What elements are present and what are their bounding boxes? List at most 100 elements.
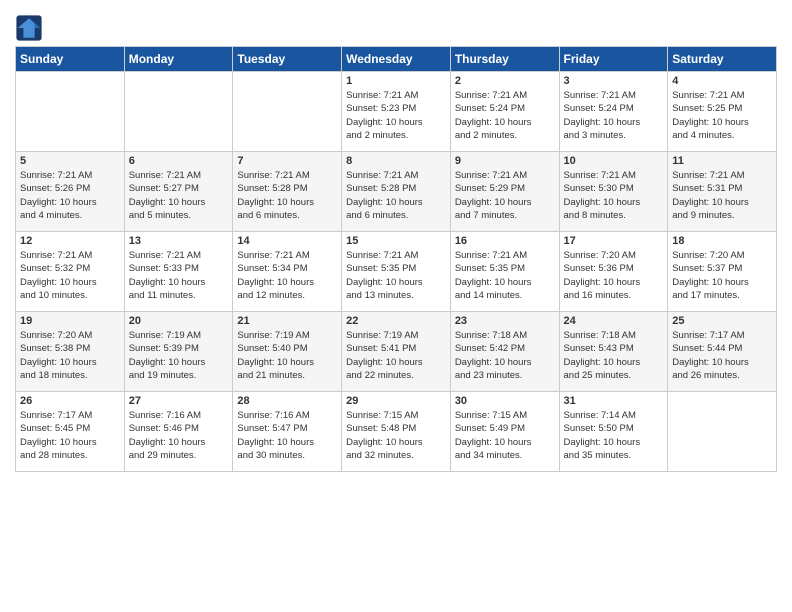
calendar-cell: 22 Sunrise: 7:19 AMSunset: 5:41 PMDayligh…	[342, 312, 451, 392]
calendar-cell: 6 Sunrise: 7:21 AMSunset: 5:27 PMDaylight…	[124, 152, 233, 232]
day-info: Sunrise: 7:19 AMSunset: 5:40 PMDaylight:…	[237, 329, 337, 382]
calendar-cell: 28 Sunrise: 7:16 AMSunset: 5:47 PMDayligh…	[233, 392, 342, 472]
calendar-cell: 12Sunrise: 7:21 AMSunset: 5:32 PMDayligh…	[16, 232, 125, 312]
day-number: 1	[346, 75, 446, 87]
day-number: 19	[20, 315, 120, 327]
day-info: Sunrise: 7:14 AMSunset: 5:50 PMDaylight:…	[564, 409, 664, 462]
calendar-cell	[233, 72, 342, 152]
day-number: 17	[564, 235, 664, 247]
day-number: 16	[455, 235, 555, 247]
day-info: Sunrise: 7:21 AMSunset: 5:28 PMDaylight:…	[346, 169, 446, 222]
calendar-cell: 17 Sunrise: 7:20 AMSunset: 5:36 PMDayligh…	[559, 232, 668, 312]
day-number: 4	[672, 75, 772, 87]
calendar-cell	[668, 392, 777, 472]
day-number: 28	[237, 395, 337, 407]
day-number: 25	[672, 315, 772, 327]
day-info: Sunrise: 7:21 AMSunset: 5:35 PMDaylight:…	[455, 249, 555, 302]
day-info: Sunrise: 7:19 AMSunset: 5:41 PMDaylight:…	[346, 329, 446, 382]
calendar-cell: 26 Sunrise: 7:17 AMSunset: 5:45 PMDayligh…	[16, 392, 125, 472]
day-number: 3	[564, 75, 664, 87]
weekday-header: Monday	[124, 47, 233, 72]
day-number: 9	[455, 155, 555, 167]
calendar-cell: 7Sunrise: 7:21 AMSunset: 5:28 PMDaylight…	[233, 152, 342, 232]
calendar-cell: 11Sunrise: 7:21 AMSunset: 5:31 PMDayligh…	[668, 152, 777, 232]
day-info: Sunrise: 7:20 AMSunset: 5:37 PMDaylight:…	[672, 249, 772, 302]
day-info: Sunrise: 7:20 AMSunset: 5:36 PMDaylight:…	[564, 249, 664, 302]
day-number: 21	[237, 315, 337, 327]
calendar-cell: 29 Sunrise: 7:15 AMSunset: 5:48 PMDayligh…	[342, 392, 451, 472]
calendar-cell: 9 Sunrise: 7:21 AMSunset: 5:29 PMDaylight…	[450, 152, 559, 232]
weekday-header: Sunday	[16, 47, 125, 72]
day-info: Sunrise: 7:21 AMSunset: 5:24 PMDaylight:…	[455, 89, 555, 142]
day-info: Sunrise: 7:21 AMSunset: 5:27 PMDaylight:…	[129, 169, 229, 222]
calendar-cell: 8 Sunrise: 7:21 AMSunset: 5:28 PMDaylight…	[342, 152, 451, 232]
calendar-cell: 24Sunrise: 7:18 AMSunset: 5:43 PMDayligh…	[559, 312, 668, 392]
day-info: Sunrise: 7:16 AMSunset: 5:46 PMDaylight:…	[129, 409, 229, 462]
calendar-cell: 30 Sunrise: 7:15 AMSunset: 5:49 PMDayligh…	[450, 392, 559, 472]
day-number: 27	[129, 395, 229, 407]
header	[15, 10, 777, 42]
day-info: Sunrise: 7:17 AMSunset: 5:45 PMDaylight:…	[20, 409, 120, 462]
page: SundayMondayTuesdayWednesdayThursdayFrid…	[0, 0, 792, 612]
day-number: 30	[455, 395, 555, 407]
calendar: SundayMondayTuesdayWednesdayThursdayFrid…	[15, 46, 777, 472]
weekday-header: Thursday	[450, 47, 559, 72]
day-info: Sunrise: 7:18 AMSunset: 5:42 PMDaylight:…	[455, 329, 555, 382]
day-info: Sunrise: 7:21 AMSunset: 5:29 PMDaylight:…	[455, 169, 555, 222]
day-number: 5	[20, 155, 120, 167]
day-info: Sunrise: 7:21 AMSunset: 5:28 PMDaylight:…	[237, 169, 337, 222]
weekday-header: Wednesday	[342, 47, 451, 72]
calendar-week-row: 19Sunrise: 7:20 AMSunset: 5:38 PMDayligh…	[16, 312, 777, 392]
day-number: 2	[455, 75, 555, 87]
calendar-cell: 15 Sunrise: 7:21 AMSunset: 5:35 PMDayligh…	[342, 232, 451, 312]
calendar-cell: 1 Sunrise: 7:21 AMSunset: 5:23 PMDaylight…	[342, 72, 451, 152]
calendar-week-row: 12Sunrise: 7:21 AMSunset: 5:32 PMDayligh…	[16, 232, 777, 312]
calendar-cell: 27 Sunrise: 7:16 AMSunset: 5:46 PMDayligh…	[124, 392, 233, 472]
day-number: 18	[672, 235, 772, 247]
calendar-week-row: 26 Sunrise: 7:17 AMSunset: 5:45 PMDayligh…	[16, 392, 777, 472]
calendar-week-row: 1 Sunrise: 7:21 AMSunset: 5:23 PMDaylight…	[16, 72, 777, 152]
day-number: 11	[672, 155, 772, 167]
calendar-cell: 21 Sunrise: 7:19 AMSunset: 5:40 PMDayligh…	[233, 312, 342, 392]
day-number: 15	[346, 235, 446, 247]
day-info: Sunrise: 7:21 AMSunset: 5:34 PMDaylight:…	[237, 249, 337, 302]
day-number: 6	[129, 155, 229, 167]
day-info: Sunrise: 7:21 AMSunset: 5:35 PMDaylight:…	[346, 249, 446, 302]
day-number: 29	[346, 395, 446, 407]
logo	[15, 10, 45, 42]
day-info: Sunrise: 7:19 AMSunset: 5:39 PMDaylight:…	[129, 329, 229, 382]
calendar-cell: 16 Sunrise: 7:21 AMSunset: 5:35 PMDayligh…	[450, 232, 559, 312]
calendar-cell: 13 Sunrise: 7:21 AMSunset: 5:33 PMDayligh…	[124, 232, 233, 312]
calendar-cell: 2 Sunrise: 7:21 AMSunset: 5:24 PMDaylight…	[450, 72, 559, 152]
day-info: Sunrise: 7:21 AMSunset: 5:33 PMDaylight:…	[129, 249, 229, 302]
day-info: Sunrise: 7:21 AMSunset: 5:32 PMDaylight:…	[20, 249, 120, 302]
calendar-cell: 23Sunrise: 7:18 AMSunset: 5:42 PMDayligh…	[450, 312, 559, 392]
day-info: Sunrise: 7:21 AMSunset: 5:23 PMDaylight:…	[346, 89, 446, 142]
calendar-cell: 10 Sunrise: 7:21 AMSunset: 5:30 PMDayligh…	[559, 152, 668, 232]
logo-icon	[15, 14, 43, 42]
day-number: 14	[237, 235, 337, 247]
weekday-header-row: SundayMondayTuesdayWednesdayThursdayFrid…	[16, 47, 777, 72]
day-number: 10	[564, 155, 664, 167]
calendar-cell: 18 Sunrise: 7:20 AMSunset: 5:37 PMDayligh…	[668, 232, 777, 312]
calendar-cell	[124, 72, 233, 152]
day-number: 22	[346, 315, 446, 327]
day-info: Sunrise: 7:21 AMSunset: 5:25 PMDaylight:…	[672, 89, 772, 142]
calendar-cell: 4 Sunrise: 7:21 AMSunset: 5:25 PMDaylight…	[668, 72, 777, 152]
day-number: 26	[20, 395, 120, 407]
calendar-cell: 19Sunrise: 7:20 AMSunset: 5:38 PMDayligh…	[16, 312, 125, 392]
day-number: 8	[346, 155, 446, 167]
day-number: 24	[564, 315, 664, 327]
calendar-cell: 20Sunrise: 7:19 AMSunset: 5:39 PMDayligh…	[124, 312, 233, 392]
day-info: Sunrise: 7:21 AMSunset: 5:24 PMDaylight:…	[564, 89, 664, 142]
day-info: Sunrise: 7:15 AMSunset: 5:48 PMDaylight:…	[346, 409, 446, 462]
day-number: 13	[129, 235, 229, 247]
calendar-cell: 3 Sunrise: 7:21 AMSunset: 5:24 PMDaylight…	[559, 72, 668, 152]
calendar-week-row: 5Sunrise: 7:21 AMSunset: 5:26 PMDaylight…	[16, 152, 777, 232]
day-info: Sunrise: 7:15 AMSunset: 5:49 PMDaylight:…	[455, 409, 555, 462]
calendar-cell: 31Sunrise: 7:14 AMSunset: 5:50 PMDayligh…	[559, 392, 668, 472]
weekday-header: Friday	[559, 47, 668, 72]
day-info: Sunrise: 7:21 AMSunset: 5:30 PMDaylight:…	[564, 169, 664, 222]
calendar-cell: 14 Sunrise: 7:21 AMSunset: 5:34 PMDayligh…	[233, 232, 342, 312]
day-info: Sunrise: 7:16 AMSunset: 5:47 PMDaylight:…	[237, 409, 337, 462]
